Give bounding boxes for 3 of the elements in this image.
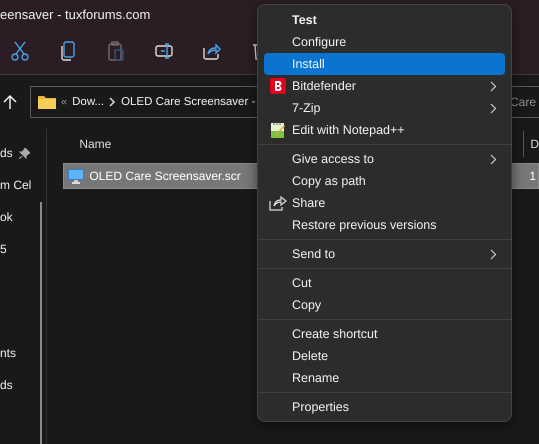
file-name: OLED Care Screensaver.scr <box>89 169 241 183</box>
window-title: eensaver - tuxforums.com <box>0 6 150 22</box>
table-cell: 1 <box>529 169 536 183</box>
